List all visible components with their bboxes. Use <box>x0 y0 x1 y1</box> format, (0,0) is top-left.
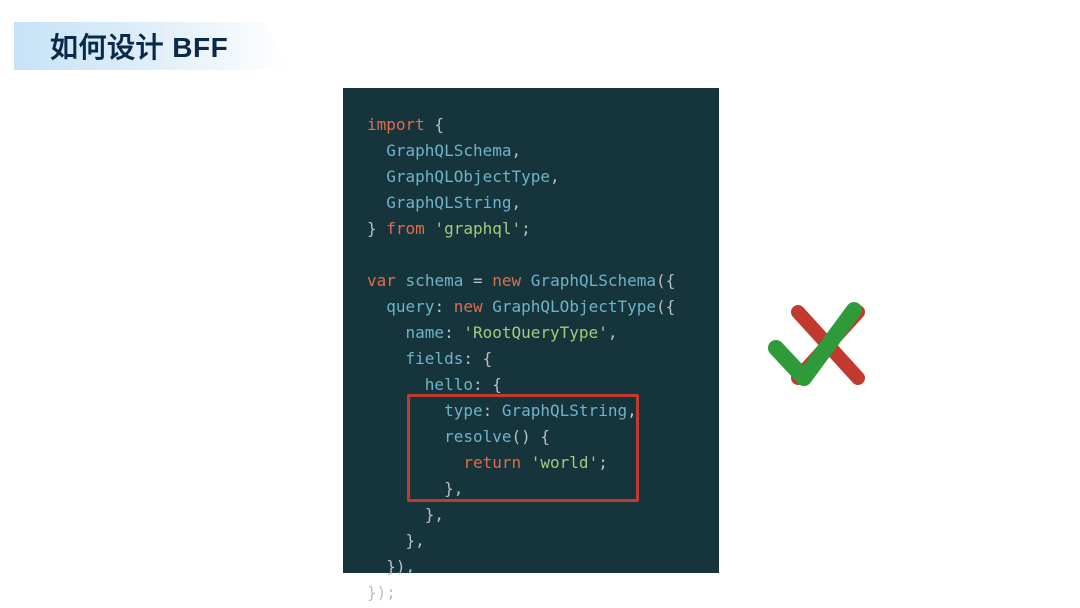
code-token <box>367 427 444 446</box>
code-token: new <box>454 297 483 316</box>
code-token: query <box>386 297 434 316</box>
code-token <box>367 297 386 316</box>
code-token: : <box>444 323 463 342</box>
code-token: = <box>463 271 492 290</box>
code-token: ({ <box>656 271 675 290</box>
code-token: var <box>367 271 396 290</box>
code-token: , <box>512 141 522 160</box>
code-token: import <box>367 115 425 134</box>
code-token: GraphQLString <box>367 193 512 212</box>
code-token: resolve <box>444 427 511 446</box>
code-token: }), <box>367 557 415 576</box>
code-token: }); <box>367 583 396 602</box>
code-token: hello <box>425 375 473 394</box>
code-token <box>425 219 435 238</box>
code-token: new <box>492 271 521 290</box>
code-token: }, <box>367 531 425 550</box>
code-token: , <box>550 167 560 186</box>
code-token: } <box>367 219 386 238</box>
code-token: GraphQLObjectType <box>492 297 656 316</box>
code-token <box>367 323 406 342</box>
code-token: GraphQLSchema <box>531 271 656 290</box>
code-token: GraphQLSchema <box>367 141 512 160</box>
code-token: name <box>406 323 445 342</box>
code-token: schema <box>406 271 464 290</box>
code-token: GraphQLString <box>502 401 627 420</box>
code-token <box>367 401 444 420</box>
code-token: () { <box>512 427 551 446</box>
code-token: return <box>463 453 521 472</box>
slide-title: 如何设计 BFF <box>14 22 288 70</box>
code-token: from <box>386 219 425 238</box>
code-token: : <box>434 297 453 316</box>
code-token: ; <box>521 219 531 238</box>
code-token <box>521 271 531 290</box>
code-token: : { <box>463 349 492 368</box>
code-token <box>367 349 406 368</box>
code-token: 'graphql' <box>434 219 521 238</box>
code-token: : <box>483 401 502 420</box>
check-cross-icon <box>770 300 870 390</box>
code-token: , <box>627 401 637 420</box>
code-token <box>367 375 425 394</box>
code-token: { <box>425 115 444 134</box>
code-token: , <box>512 193 522 212</box>
code-token: ; <box>598 453 608 472</box>
code-token: GraphQLObjectType <box>367 167 550 186</box>
code-token <box>396 271 406 290</box>
code-token: fields <box>406 349 464 368</box>
code-token: 'RootQueryType' <box>463 323 608 342</box>
code-token: ({ <box>656 297 675 316</box>
code-token: type <box>444 401 483 420</box>
code-token: : { <box>473 375 502 394</box>
code-block: import { GraphQLSchema, GraphQLObjectTyp… <box>343 88 719 573</box>
slide: 如何设计 BFF import { GraphQLSchema, GraphQL… <box>0 0 1080 608</box>
code-token: 'world' <box>531 453 598 472</box>
code-token <box>483 297 493 316</box>
code-token: }, <box>367 479 463 498</box>
code-token <box>521 453 531 472</box>
code-token: , <box>608 323 618 342</box>
code-token <box>367 453 463 472</box>
code-token: }, <box>367 505 444 524</box>
